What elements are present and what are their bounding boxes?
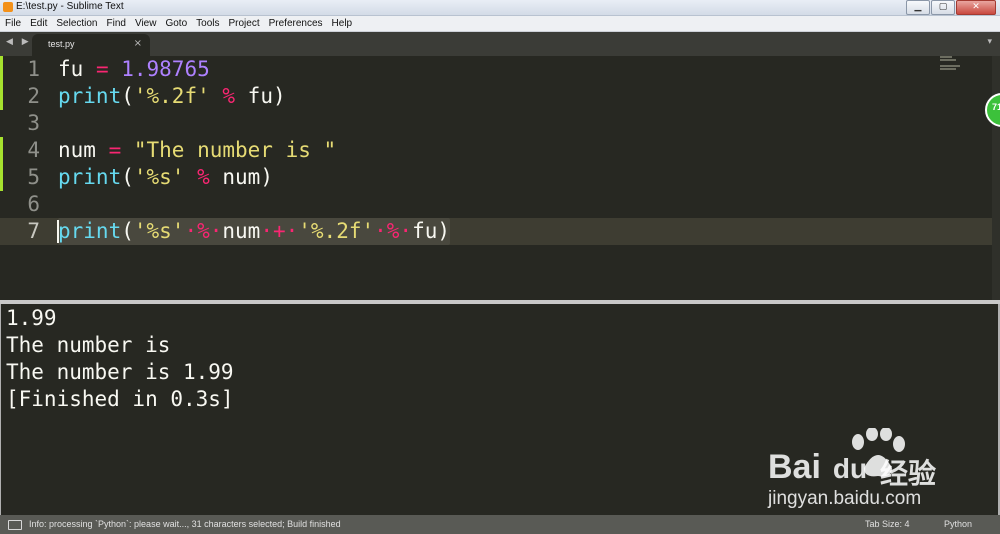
code-line-1: 1 fu = 1.98765 bbox=[0, 56, 1000, 83]
text-cursor bbox=[57, 220, 59, 243]
maximize-button[interactable]: ▢ bbox=[931, 0, 955, 15]
code-line-6: 6 bbox=[0, 191, 1000, 218]
menu-preferences[interactable]: Preferences bbox=[265, 18, 327, 29]
menu-view[interactable]: View bbox=[131, 18, 161, 29]
menu-tools[interactable]: Tools bbox=[192, 18, 223, 29]
minimize-button[interactable]: ▁ bbox=[906, 0, 930, 15]
watermark-url: jingyan.baidu.com bbox=[768, 488, 922, 509]
window-title: E:\test.py - Sublime Text bbox=[16, 1, 124, 12]
output-line: [Finished in 0.3s] bbox=[6, 387, 234, 411]
menu-project[interactable]: Project bbox=[225, 18, 264, 29]
tab-nav-arrows-icon[interactable]: ◀ ▶ bbox=[6, 37, 32, 47]
code-line-4: 4 num = "The number is " bbox=[0, 137, 1000, 164]
line-number: 1 bbox=[27, 57, 40, 81]
watermark-jingyan: 经验 bbox=[880, 457, 937, 490]
tab-size-indicator[interactable]: Tab Size: 4 bbox=[865, 519, 910, 529]
status-message: Info: processing `Python`: please wait..… bbox=[29, 519, 341, 529]
code-text: fu = 1.98765 bbox=[58, 57, 210, 81]
code-text: print('%s' % num) bbox=[58, 165, 273, 189]
output-line: The number is bbox=[6, 333, 184, 357]
menu-edit[interactable]: Edit bbox=[26, 18, 51, 29]
output-line: The number is 1.99 bbox=[6, 360, 234, 384]
menu-find[interactable]: Find bbox=[103, 18, 130, 29]
line-number: 6 bbox=[27, 192, 40, 216]
sublime-app-icon bbox=[3, 2, 13, 12]
code-text: num = "The number is " bbox=[58, 138, 337, 162]
baidu-watermark: Bai du 经验 jingyan.baidu.com bbox=[768, 428, 968, 512]
line-number: 2 bbox=[27, 84, 40, 108]
selected-code-text: print('%s'·%·num·+·'%.2f'·%·fu) bbox=[58, 218, 450, 245]
status-bar: Info: processing `Python`: please wait..… bbox=[0, 515, 1000, 534]
tab-dropdown-icon[interactable]: ▾ bbox=[987, 37, 992, 47]
menu-selection[interactable]: Selection bbox=[52, 18, 101, 29]
code-line-2: 2 print('%.2f' % fu) bbox=[0, 83, 1000, 110]
tab-label: test.py bbox=[48, 39, 75, 49]
menu-help[interactable]: Help bbox=[328, 18, 357, 29]
menu-goto[interactable]: Goto bbox=[161, 18, 191, 29]
title-bar: E:\test.py - Sublime Text ▁ ▢ ✕ bbox=[0, 0, 1000, 16]
watermark-brand: Bai du bbox=[768, 448, 868, 486]
tab-test-py[interactable]: test.py × bbox=[32, 34, 150, 56]
line-number: 5 bbox=[27, 165, 40, 189]
line-number: 3 bbox=[27, 111, 40, 135]
line-number: 4 bbox=[27, 138, 40, 162]
line-number: 7 bbox=[27, 219, 40, 243]
code-line-7-current: 7 print('%s'·%·num·+·'%.2f'·%·fu) bbox=[0, 218, 1000, 245]
code-text: print('%.2f' % fu) bbox=[58, 84, 286, 108]
minimap[interactable] bbox=[940, 56, 966, 70]
window-controls: ▁ ▢ ✕ bbox=[905, 0, 996, 15]
syntax-indicator[interactable]: Python bbox=[944, 519, 972, 529]
code-line-3: 3 bbox=[0, 110, 1000, 137]
close-button[interactable]: ✕ bbox=[956, 0, 996, 15]
code-editor[interactable]: 1 fu = 1.98765 2 print('%.2f' % fu) 3 4 … bbox=[0, 56, 1000, 300]
menu-bar: File Edit Selection Find View Goto Tools… bbox=[0, 16, 1000, 32]
tab-strip: ◀ ▶ test.py × ▾ bbox=[0, 32, 1000, 56]
output-line: 1.99 bbox=[6, 306, 57, 330]
tab-close-icon[interactable]: × bbox=[134, 38, 142, 49]
code-line-5: 5 print('%s' % num) bbox=[0, 164, 1000, 191]
menu-file[interactable]: File bbox=[1, 18, 25, 29]
panel-toggle-icon[interactable] bbox=[8, 520, 22, 530]
